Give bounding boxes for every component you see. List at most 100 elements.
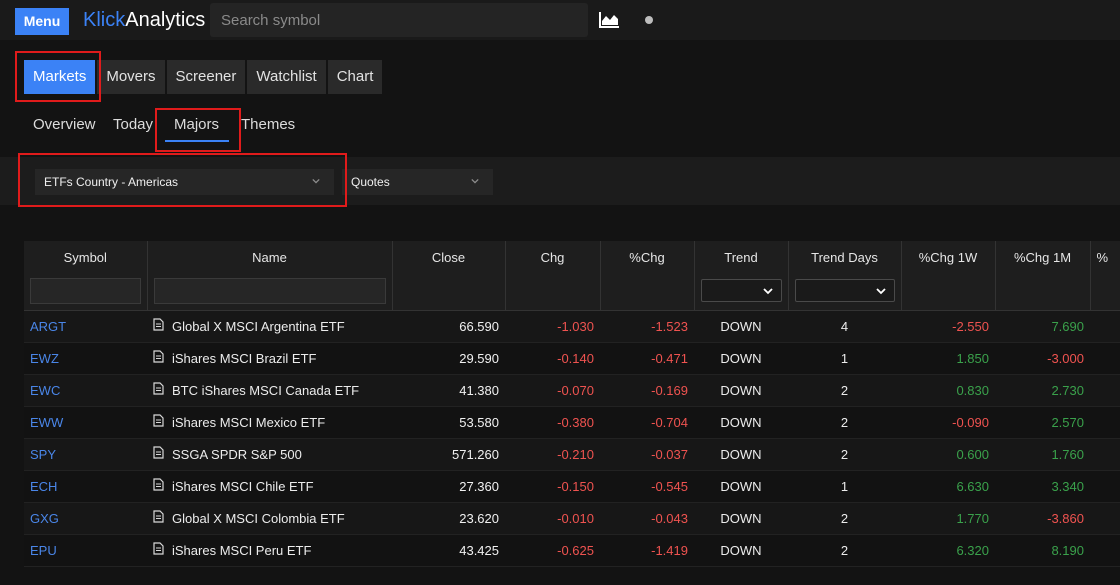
table-row[interactable]: EWZ iShares MSCI Brazil ETF 29.590 -0.140 -0… (24, 342, 1120, 375)
name-cell: iShares MSCI Brazil ETF (147, 343, 392, 375)
close-cell: 23.620 (459, 511, 499, 526)
document-icon[interactable] (153, 350, 164, 366)
table-row[interactable]: EPU iShares MSCI Peru ETF 43.425 -0.625 -1.4… (24, 534, 1120, 567)
close-cell: 53.580 (459, 415, 499, 430)
pchg-1w-cell: -2.550 (952, 319, 989, 334)
pchg-cell: -1.419 (651, 543, 688, 558)
area-chart-icon[interactable] (599, 11, 620, 28)
chevron-down-icon (875, 288, 886, 295)
pchg-1m-cell: 1.760 (1051, 447, 1084, 462)
document-icon[interactable] (153, 510, 164, 526)
document-icon[interactable] (153, 446, 164, 462)
symbol-filter-input[interactable] (30, 278, 141, 304)
col-header-trend-days[interactable]: Trend Days (788, 241, 902, 311)
trend-filter-select[interactable] (700, 279, 782, 302)
pchg-1w-cell: -0.090 (952, 415, 989, 430)
col-header-label: %Chg (629, 250, 665, 265)
col-header-name[interactable]: Name (147, 241, 393, 311)
col-header-label: Chg (540, 250, 565, 265)
chg-cell: -0.380 (557, 415, 594, 430)
col-header-pchg-1m[interactable]: %Chg 1M (995, 241, 1091, 311)
quotes-table: Symbol Name Close Chg %Chg Trend Trend D… (24, 241, 1120, 567)
col-header-pchg[interactable]: %Chg (600, 241, 695, 311)
chg-cell: -0.070 (557, 383, 594, 398)
pchg-cell: -0.169 (651, 383, 688, 398)
name-cell: iShares MSCI Peru ETF (147, 535, 392, 567)
table-row[interactable]: EWW iShares MSCI Mexico ETF 53.580 -0.380 -0… (24, 406, 1120, 439)
symbol-link[interactable]: GXG (24, 503, 147, 535)
truncated-cell (1090, 439, 1120, 471)
close-cell: 41.380 (459, 383, 499, 398)
pchg-cell: -1.523 (651, 319, 688, 334)
col-header-close[interactable]: Close (392, 241, 506, 311)
col-header-label: %Chg 1W (918, 250, 978, 265)
name-text: iShares MSCI Peru ETF (172, 542, 312, 558)
trend-days-cell: 2 (840, 447, 849, 462)
active-subtab-underline (165, 140, 229, 142)
trend-days-cell: 1 (840, 479, 849, 494)
subtab-overview[interactable]: Overview (33, 116, 96, 134)
name-text: Global X MSCI Argentina ETF (172, 318, 345, 334)
symbol-link[interactable]: EPU (24, 535, 147, 567)
chg-cell: -0.010 (557, 511, 594, 526)
table-row[interactable]: GXG Global X MSCI Colombia ETF 23.620 -0.01… (24, 502, 1120, 535)
document-icon[interactable] (153, 382, 164, 398)
col-header-pchg-1w[interactable]: %Chg 1W (901, 241, 996, 311)
name-cell: Global X MSCI Argentina ETF (147, 311, 392, 343)
name-text: Global X MSCI Colombia ETF (172, 510, 345, 526)
trend-cell: DOWN (720, 383, 762, 398)
symbol-link[interactable]: ARGT (24, 311, 147, 343)
table-row[interactable]: SPY SSGA SPDR S&P 500 571.260 -0.210 -0.037 D… (24, 438, 1120, 471)
trend-cell: DOWN (720, 415, 762, 430)
chevron-down-icon (471, 178, 479, 184)
table-row[interactable]: ARGT Global X MSCI Argentina ETF 66.590 -1.… (24, 310, 1120, 343)
pchg-1m-cell: -3.860 (1047, 511, 1084, 526)
truncated-cell (1090, 311, 1120, 343)
symbol-link[interactable]: ECH (24, 471, 147, 503)
subtab-themes[interactable]: Themes (241, 116, 295, 134)
symbol-link[interactable]: EWC (24, 375, 147, 407)
tab-screener[interactable]: Screener (166, 60, 246, 94)
search-input[interactable] (210, 3, 588, 37)
name-cell: SSGA SPDR S&P 500 (147, 439, 392, 471)
status-dot-icon[interactable] (645, 16, 653, 24)
col-header-symbol[interactable]: Symbol (24, 241, 148, 311)
top-bar: Menu KlickAnalytics (0, 0, 1120, 40)
col-header-label: % (1096, 250, 1109, 265)
name-text: SSGA SPDR S&P 500 (172, 446, 302, 462)
name-cell: iShares MSCI Mexico ETF (147, 407, 392, 439)
name-text: iShares MSCI Chile ETF (172, 478, 314, 494)
table-row[interactable]: ECH iShares MSCI Chile ETF 27.360 -0.150 -0.… (24, 470, 1120, 503)
document-icon[interactable] (153, 478, 164, 494)
symbol-link[interactable]: EWW (24, 407, 147, 439)
document-icon[interactable] (153, 542, 164, 558)
document-icon[interactable] (153, 414, 164, 430)
view-select[interactable]: Quotes (342, 169, 493, 195)
document-icon[interactable] (153, 318, 164, 334)
close-cell: 29.590 (459, 351, 499, 366)
name-cell: Global X MSCI Colombia ETF (147, 503, 392, 535)
tab-movers[interactable]: Movers (97, 60, 165, 94)
menu-button[interactable]: Menu (15, 8, 69, 35)
pchg-1m-cell: 2.570 (1051, 415, 1084, 430)
chevron-down-icon (762, 288, 773, 295)
col-header-label: Name (252, 250, 287, 265)
col-header-trend[interactable]: Trend (694, 241, 789, 311)
tab-watchlist[interactable]: Watchlist (247, 60, 326, 94)
col-header-truncated[interactable]: % (1090, 241, 1120, 311)
name-filter-input[interactable] (153, 278, 386, 304)
list-select[interactable]: ETFs Country - Americas (35, 169, 334, 195)
trend-days-filter-select[interactable] (794, 279, 895, 302)
tab-chart[interactable]: Chart (327, 60, 383, 94)
symbol-link[interactable]: SPY (24, 439, 147, 471)
col-header-chg[interactable]: Chg (505, 241, 601, 311)
symbol-link[interactable]: EWZ (24, 343, 147, 375)
list-select-value: ETFs Country - Americas (44, 175, 179, 189)
brand-logo[interactable]: KlickAnalytics (83, 8, 205, 32)
table-row[interactable]: EWC BTC iShares MSCI Canada ETF 41.380 -0.0… (24, 374, 1120, 407)
subtab-majors[interactable]: Majors (174, 116, 219, 134)
tab-markets[interactable]: Markets (24, 60, 96, 94)
quotes-table-container[interactable]: Symbol Name Close Chg %Chg Trend Trend D… (24, 241, 1120, 585)
close-cell: 43.425 (459, 543, 499, 558)
subtab-today[interactable]: Today (113, 116, 153, 134)
